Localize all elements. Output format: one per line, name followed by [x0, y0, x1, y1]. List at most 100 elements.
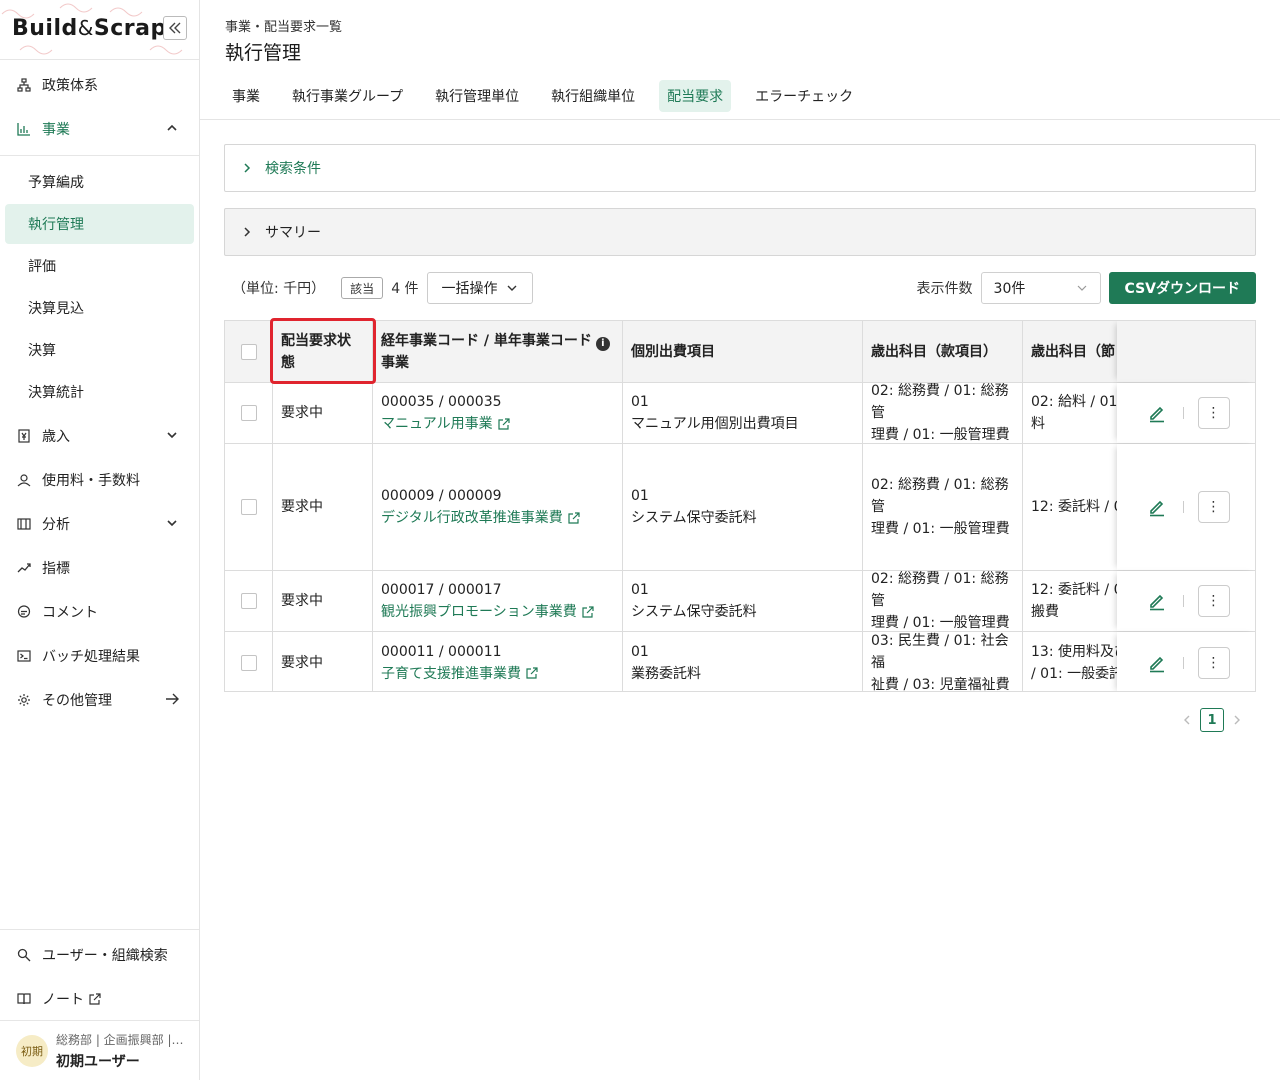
bulk-action-button[interactable]: 一括操作	[426, 272, 533, 304]
sidebar-item-project[interactable]: 事業	[0, 107, 199, 151]
tab-execution-unit[interactable]: 執行管理単位	[427, 80, 527, 112]
kan-text: 理費 / 01: 一般管理費	[871, 615, 1010, 631]
more-vertical-icon: ⋮	[1206, 499, 1221, 515]
more-vertical-icon: ⋮	[1206, 593, 1221, 609]
tabs-divider	[200, 119, 1280, 120]
tab-execution-group[interactable]: 執行事業グループ	[284, 80, 411, 112]
sidebar-subitem-execution[interactable]: 執行管理	[5, 204, 194, 244]
status-cell: 要求中	[273, 383, 373, 443]
row-checkbox[interactable]	[240, 499, 257, 515]
setsu-cell: 02: 給料 / 01: 料	[1023, 383, 1117, 443]
hit-badge: 該当	[341, 277, 384, 299]
per-page-select[interactable]: 30件	[980, 272, 1101, 304]
column-header-item[interactable]: 個別出費項目	[623, 321, 863, 382]
edit-icon[interactable]	[1145, 401, 1169, 425]
project-link[interactable]: 観光振興プロモーション事業費	[381, 601, 594, 623]
search-conditions-panel[interactable]: 検索条件	[224, 144, 1256, 192]
column-header-code[interactable]: 経年事業コード / 単年事業コード i 事業	[373, 321, 623, 382]
edit-icon[interactable]	[1145, 651, 1169, 675]
sidebar-subitem-evaluation[interactable]: 評価	[5, 246, 194, 286]
project-link[interactable]: デジタル行政改革推進事業費	[381, 507, 580, 529]
sidebar-subitem-budget[interactable]: 予算編成	[5, 162, 194, 202]
project-name: マニュアル用事業	[381, 416, 493, 432]
chevron-down-icon[interactable]	[165, 428, 179, 442]
sidebar-item-analysis[interactable]: 分析	[0, 502, 199, 546]
chevron-down-icon[interactable]	[165, 516, 179, 530]
prev-page-button[interactable]	[1178, 708, 1196, 732]
sidebar-item-user-search[interactable]: ユーザー・組織検索	[0, 933, 199, 977]
pagination: 1	[1178, 708, 1246, 732]
tab-error-check[interactable]: エラーチェック	[747, 80, 861, 112]
select-all-checkbox[interactable]	[240, 343, 257, 360]
divider	[1182, 407, 1184, 419]
summary-panel[interactable]: サマリー	[224, 208, 1256, 256]
kan-text: 02: 総務費 / 01: 総務管	[871, 477, 1009, 515]
more-options-button[interactable]: ⋮	[1197, 646, 1230, 679]
tab-project[interactable]: 事業	[224, 80, 268, 112]
item-name: システム保守委託料	[631, 604, 757, 620]
sidebar-subitem-forecast[interactable]: 決算見込	[5, 288, 194, 328]
bar-chart-icon	[16, 121, 32, 137]
sidebar-item-note[interactable]: ノート	[0, 977, 199, 1021]
page-number-button[interactable]: 1	[1200, 708, 1224, 732]
setsu-text: 搬費	[1031, 604, 1059, 620]
sidebar-subitem-settlement[interactable]: 決算	[5, 330, 194, 370]
chevron-down-icon	[1076, 282, 1088, 298]
project-link[interactable]: 子育て支援推進事業費	[381, 663, 538, 685]
row-checkbox-cell	[225, 383, 273, 443]
item-code: 01	[631, 582, 649, 598]
more-options-button[interactable]: ⋮	[1197, 491, 1230, 523]
chevron-up-icon[interactable]	[165, 121, 179, 135]
app-logo[interactable]: Build&Scrap	[12, 16, 167, 41]
item-code: 01	[631, 488, 649, 504]
book-icon	[16, 991, 32, 1007]
sidebar-item-policy[interactable]: 政策体系	[0, 63, 199, 107]
kan-cell: 02: 総務費 / 01: 総務管 理費 / 01: 一般管理費	[863, 571, 1023, 631]
actions-cell: ⋮	[1117, 632, 1255, 691]
kan-text: 理費 / 01: 一般管理費	[871, 427, 1010, 443]
code-cell: 000009 / 000009 デジタル行政改革推進事業費	[373, 444, 623, 570]
kan-text: 03: 民生費 / 01: 社会福	[871, 632, 1009, 671]
code-cell: 000017 / 000017 観光振興プロモーション事業費	[373, 571, 623, 631]
user-profile[interactable]: 初期 総務部 | 企画振興部 | … 初期ユーザー	[0, 1020, 199, 1080]
sidebar-item-other[interactable]: その他管理	[0, 678, 199, 722]
sidebar-collapse-button[interactable]	[163, 16, 187, 40]
column-header-kan[interactable]: 歳出科目（款項目）	[863, 321, 1023, 382]
sidebar-item-fees[interactable]: 使用料・手数料	[0, 458, 199, 502]
edit-icon[interactable]	[1145, 589, 1169, 613]
row-checkbox[interactable]	[240, 405, 257, 421]
sidebar-item-label: 分析	[42, 517, 70, 533]
setsu-cell: 12: 委託料 / 0 搬費	[1023, 571, 1117, 631]
sidebar-subitem-statistics[interactable]: 決算統計	[5, 372, 194, 412]
column-header-status[interactable]: 配当要求状態	[273, 321, 373, 382]
sidebar-item-batch[interactable]: バッチ処理結果	[0, 634, 199, 678]
divider	[1182, 595, 1184, 607]
next-page-button[interactable]	[1228, 708, 1246, 732]
unit-label: （単位: 千円）	[232, 281, 326, 297]
project-name: デジタル行政改革推進事業費	[381, 510, 563, 526]
sidebar-item-comments[interactable]: コメント	[0, 590, 199, 634]
arrow-right-icon[interactable]	[165, 692, 179, 706]
per-page-label: 表示件数	[916, 281, 973, 297]
more-options-button[interactable]: ⋮	[1197, 397, 1230, 429]
external-link-icon	[88, 992, 101, 1006]
column-header-setsu[interactable]: 歳出科目（節	[1023, 321, 1117, 382]
trend-icon	[16, 560, 32, 576]
sidebar-item-indicators[interactable]: 指標	[0, 546, 199, 590]
row-checkbox[interactable]	[240, 654, 257, 671]
item-cell: 01 業務委託料	[623, 632, 863, 691]
more-options-button[interactable]: ⋮	[1197, 585, 1230, 617]
tab-organization-unit[interactable]: 執行組織単位	[543, 80, 643, 112]
info-icon[interactable]: i	[595, 336, 610, 351]
tab-allocation-request[interactable]: 配当要求	[659, 80, 732, 112]
sidebar-bottom: ユーザー・組織検索 ノート	[0, 926, 199, 1021]
setsu-text: 料	[1031, 416, 1045, 432]
row-checkbox[interactable]	[240, 593, 257, 609]
project-link[interactable]: マニュアル用事業	[381, 413, 510, 435]
csv-download-button[interactable]: CSVダウンロード	[1108, 272, 1256, 304]
code-cell: 000035 / 000035 マニュアル用事業	[373, 383, 623, 443]
more-vertical-icon: ⋮	[1206, 405, 1221, 421]
sidebar-item-revenue[interactable]: 歳入	[0, 414, 199, 458]
divider	[1182, 501, 1184, 513]
edit-icon[interactable]	[1145, 495, 1169, 519]
